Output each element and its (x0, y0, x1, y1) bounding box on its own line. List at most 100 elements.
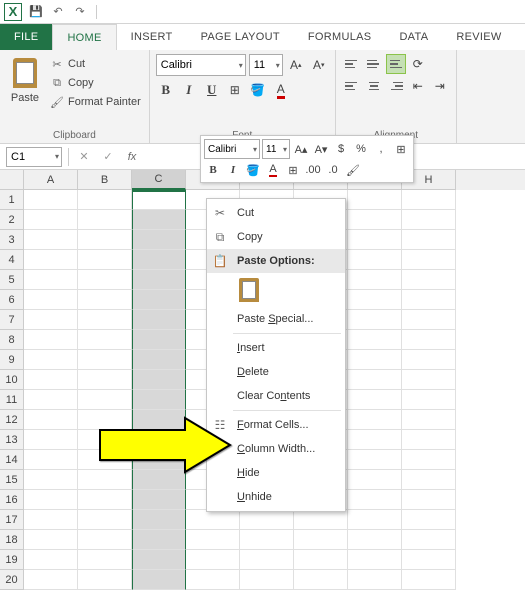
cell-H3[interactable] (402, 230, 456, 250)
cm-hide[interactable]: Hide (207, 461, 345, 485)
cell-C19[interactable] (132, 550, 186, 570)
cm-delete[interactable]: Delete (207, 360, 345, 384)
cell-B9[interactable] (78, 350, 132, 370)
cell-G15[interactable] (348, 470, 402, 490)
cell-A6[interactable] (24, 290, 78, 310)
cell-G7[interactable] (348, 310, 402, 330)
cm-clear-contents[interactable]: Clear Contents (207, 384, 345, 408)
cell-G16[interactable] (348, 490, 402, 510)
cell-B15[interactable] (78, 470, 132, 490)
mini-fill-color[interactable]: 🪣 (244, 161, 262, 179)
cell-C18[interactable] (132, 530, 186, 550)
fill-color-button[interactable]: 🪣 (248, 80, 268, 100)
align-middle-button[interactable] (364, 54, 384, 74)
tab-page-layout[interactable]: PAGE LAYOUT (187, 24, 294, 50)
mini-increase-font[interactable]: A▴ (292, 140, 310, 158)
cell-C7[interactable] (132, 310, 186, 330)
cell-B19[interactable] (78, 550, 132, 570)
cell-B1[interactable] (78, 190, 132, 210)
row-header-18[interactable]: 18 (0, 530, 24, 550)
cell-D20[interactable] (186, 570, 240, 590)
cm-copy[interactable]: ⧉ Copy (207, 225, 345, 249)
cancel-icon[interactable]: ✕ (75, 148, 93, 166)
cell-H11[interactable] (402, 390, 456, 410)
cell-C6[interactable] (132, 290, 186, 310)
cell-G10[interactable] (348, 370, 402, 390)
cell-G18[interactable] (348, 530, 402, 550)
row-header-9[interactable]: 9 (0, 350, 24, 370)
cell-G14[interactable] (348, 450, 402, 470)
row-header-7[interactable]: 7 (0, 310, 24, 330)
undo-icon[interactable]: ↶ (50, 4, 66, 20)
tab-formulas[interactable]: FORMULAS (294, 24, 386, 50)
cell-B10[interactable] (78, 370, 132, 390)
cell-C12[interactable] (132, 410, 186, 430)
cell-F18[interactable] (294, 530, 348, 550)
cell-D19[interactable] (186, 550, 240, 570)
cell-F17[interactable] (294, 510, 348, 530)
row-header-3[interactable]: 3 (0, 230, 24, 250)
cell-C13[interactable] (132, 430, 186, 450)
cell-A2[interactable] (24, 210, 78, 230)
row-header-5[interactable]: 5 (0, 270, 24, 290)
mini-decrease-font[interactable]: A▾ (312, 140, 330, 158)
mini-borders-2[interactable]: ⊞ (284, 161, 302, 179)
mini-increase-decimal[interactable]: .00 (304, 161, 322, 179)
cell-C20[interactable] (132, 570, 186, 590)
cell-C5[interactable] (132, 270, 186, 290)
cell-D17[interactable] (186, 510, 240, 530)
cell-A3[interactable] (24, 230, 78, 250)
cell-G8[interactable] (348, 330, 402, 350)
cell-A8[interactable] (24, 330, 78, 350)
cell-D18[interactable] (186, 530, 240, 550)
tab-file[interactable]: FILE (0, 24, 52, 50)
paste-button[interactable]: Paste (6, 54, 44, 128)
tab-review[interactable]: REVIEW (442, 24, 515, 50)
cell-A17[interactable] (24, 510, 78, 530)
row-header-8[interactable]: 8 (0, 330, 24, 350)
bold-button[interactable]: B (156, 80, 176, 100)
row-header-19[interactable]: 19 (0, 550, 24, 570)
tab-insert[interactable]: INSERT (117, 24, 187, 50)
redo-icon[interactable]: ↷ (72, 4, 88, 20)
cell-A15[interactable] (24, 470, 78, 490)
align-left-button[interactable] (342, 76, 362, 96)
cell-G19[interactable] (348, 550, 402, 570)
cell-G6[interactable] (348, 290, 402, 310)
cell-G17[interactable] (348, 510, 402, 530)
cell-G2[interactable] (348, 210, 402, 230)
cell-H6[interactable] (402, 290, 456, 310)
row-header-4[interactable]: 4 (0, 250, 24, 270)
cell-A1[interactable] (24, 190, 78, 210)
cell-C1[interactable] (132, 190, 186, 210)
row-header-14[interactable]: 14 (0, 450, 24, 470)
cell-E20[interactable] (240, 570, 294, 590)
cell-A18[interactable] (24, 530, 78, 550)
cell-E17[interactable] (240, 510, 294, 530)
column-header-A[interactable]: A (24, 170, 78, 190)
mini-font-color[interactable]: A (264, 161, 282, 179)
cell-H19[interactable] (402, 550, 456, 570)
borders-button[interactable]: ⊞ (225, 80, 245, 100)
row-header-15[interactable]: 15 (0, 470, 24, 490)
cell-A5[interactable] (24, 270, 78, 290)
row-header-13[interactable]: 13 (0, 430, 24, 450)
cell-B3[interactable] (78, 230, 132, 250)
cell-C15[interactable] (132, 470, 186, 490)
cm-paste-default[interactable] (207, 273, 345, 307)
mini-font-size[interactable]: 11▾ (262, 139, 290, 159)
cell-B2[interactable] (78, 210, 132, 230)
cm-paste-options[interactable]: 📋 Paste Options: (207, 249, 345, 273)
row-header-1[interactable]: 1 (0, 190, 24, 210)
cell-B13[interactable] (78, 430, 132, 450)
cell-A16[interactable] (24, 490, 78, 510)
align-bottom-button[interactable] (386, 54, 406, 74)
cell-C9[interactable] (132, 350, 186, 370)
cell-H17[interactable] (402, 510, 456, 530)
select-all-corner[interactable] (0, 170, 24, 190)
cell-C16[interactable] (132, 490, 186, 510)
row-header-11[interactable]: 11 (0, 390, 24, 410)
cm-format-cells[interactable]: ☷ Format Cells... (207, 413, 345, 437)
increase-font-button[interactable]: A▴ (286, 55, 306, 75)
cell-B7[interactable] (78, 310, 132, 330)
